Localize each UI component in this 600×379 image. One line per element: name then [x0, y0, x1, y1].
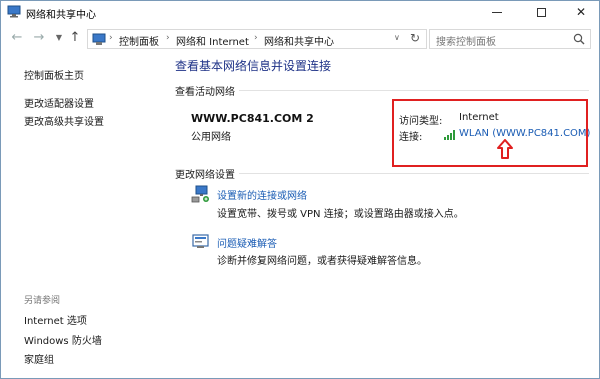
maximize-button[interactable] — [521, 1, 561, 23]
highlight-box — [392, 99, 588, 167]
section-divider — [239, 90, 589, 91]
sidebar-item-advanced-sharing[interactable]: 更改高级共享设置 — [24, 113, 104, 128]
address-dropdown-icon[interactable]: ∨ — [394, 33, 400, 42]
breadcrumb-separator-icon: › — [254, 33, 258, 43]
sidebar-item-internet-options[interactable]: Internet 选项 — [24, 312, 87, 327]
sidebar-item-homegroup[interactable]: 家庭组 — [24, 351, 54, 366]
troubleshoot-link[interactable]: 问题疑难解答 — [217, 235, 277, 250]
minimize-icon — [492, 11, 502, 13]
close-icon: ✕ — [575, 5, 587, 19]
search-box[interactable]: 搜索控制面板 — [429, 29, 591, 49]
search-icon[interactable] — [573, 33, 585, 45]
back-button[interactable]: ← — [9, 30, 25, 46]
up-button[interactable]: ↑ — [67, 30, 83, 46]
setup-connection-link[interactable]: 设置新的连接或网络 — [217, 187, 307, 202]
breadcrumb-separator-icon: › — [109, 33, 113, 43]
network-setup-icon — [191, 185, 209, 203]
up-arrow-annotation-icon — [497, 139, 513, 159]
maximize-icon — [536, 7, 546, 17]
network-sharing-window: 网络和共享中心 ✕ ← → ▼ ↑ › 控制面板 › 网络和 Internet … — [0, 0, 600, 379]
refresh-icon[interactable]: ↻ — [410, 31, 420, 45]
network-center-icon — [7, 5, 21, 18]
setup-connection-description: 设置宽带、拨号或 VPN 连接；或设置路由器或接入点。 — [217, 209, 464, 220]
breadcrumb-network-sharing[interactable]: 网络和共享中心 — [264, 33, 334, 48]
breadcrumb-control-panel[interactable]: 控制面板 — [119, 33, 159, 48]
active-networks-title: 查看活动网络 — [175, 87, 235, 98]
breadcrumb-separator-icon: › — [166, 33, 170, 43]
sidebar-item-firewall[interactable]: Windows 防火墙 — [24, 332, 102, 347]
troubleshoot-icon — [192, 234, 209, 248]
main-content: 查看基本网络信息并设置连接 查看活动网络 WWW.PC841.COM 2 公用网… — [159, 53, 599, 379]
sidebar-item-adapter-settings[interactable]: 更改适配器设置 — [24, 95, 94, 110]
sidebar-item-home[interactable]: 控制面板主页 — [24, 67, 84, 82]
forward-button[interactable]: → — [31, 30, 47, 46]
troubleshoot-description: 诊断并修复网络问题，或者获得疑难解答信息。 — [217, 256, 427, 267]
network-name: WWW.PC841.COM 2 — [191, 112, 314, 125]
search-placeholder: 搜索控制面板 — [436, 37, 496, 48]
page-title: 查看基本网络信息并设置连接 — [175, 59, 332, 73]
see-also-label: 另请参阅 — [24, 296, 61, 306]
recent-locations-button[interactable]: ▼ — [51, 30, 67, 46]
close-button[interactable]: ✕ — [561, 1, 600, 23]
title-bar: 网络和共享中心 ✕ — [1, 1, 599, 23]
navigation-bar: ← → ▼ ↑ › 控制面板 › 网络和 Internet › 网络和共享中心 … — [1, 27, 599, 51]
sidebar: 控制面板主页 更改适配器设置 更改高级共享设置 另请参阅 Internet 选项… — [1, 53, 159, 379]
window-title: 网络和共享中心 — [26, 10, 96, 21]
change-settings-title: 更改网络设置 — [175, 170, 235, 181]
section-divider — [239, 173, 589, 174]
address-bar[interactable]: › 控制面板 › 网络和 Internet › 网络和共享中心 ∨ ↻ — [87, 29, 427, 49]
minimize-button[interactable] — [477, 1, 517, 23]
control-panel-icon — [92, 33, 106, 45]
breadcrumb-network-internet[interactable]: 网络和 Internet — [176, 33, 249, 48]
network-type-link[interactable]: 公用网络 — [191, 128, 231, 143]
